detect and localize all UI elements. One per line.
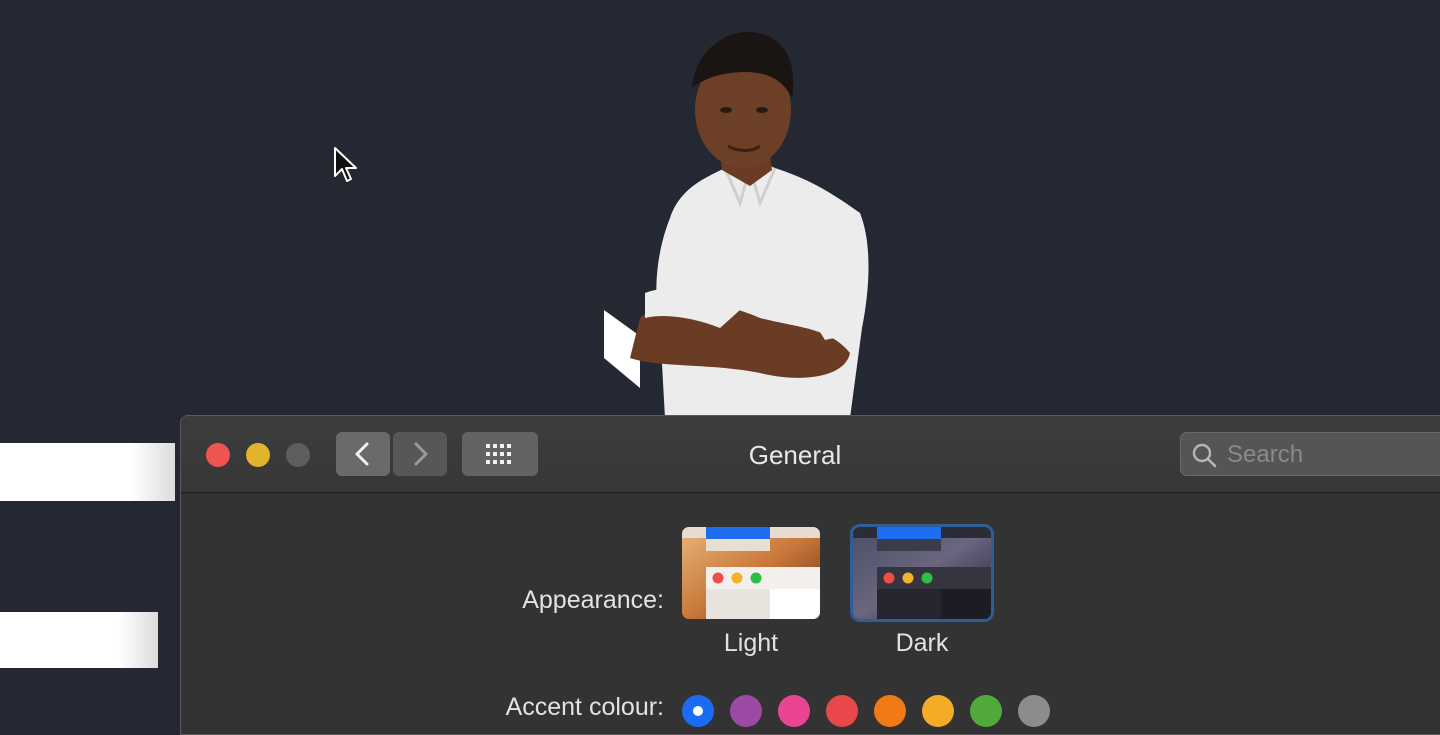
accent-swatch-6[interactable] bbox=[922, 695, 954, 727]
background-window-strip-2 bbox=[0, 612, 158, 668]
accent-swatch-8[interactable] bbox=[1018, 695, 1050, 727]
selected-indicator bbox=[693, 706, 703, 716]
appearance-label: Appearance: bbox=[522, 586, 664, 614]
search-input[interactable] bbox=[1225, 433, 1440, 477]
presenter-image bbox=[604, 31, 869, 418]
pointer-cursor-icon bbox=[334, 147, 357, 182]
appearance-dark-option[interactable] bbox=[853, 527, 991, 619]
dark-appearance-preview bbox=[853, 527, 991, 619]
accent-swatch-7[interactable] bbox=[970, 695, 1002, 727]
window-titlebar: General bbox=[181, 416, 1440, 493]
accent-colour-label: Accent colour: bbox=[505, 693, 664, 721]
accent-swatch-3[interactable] bbox=[778, 695, 810, 727]
light-option-label: Light bbox=[723, 629, 779, 657]
search-field[interactable] bbox=[1180, 432, 1440, 477]
accent-swatch-4[interactable] bbox=[826, 695, 858, 727]
accent-swatch-2[interactable] bbox=[730, 695, 762, 727]
light-appearance-preview bbox=[682, 527, 820, 619]
background-window-strip-1 bbox=[0, 443, 175, 501]
dark-option-label: Dark bbox=[895, 629, 949, 657]
search-icon bbox=[1192, 443, 1217, 468]
appearance-light-option[interactable] bbox=[682, 527, 820, 619]
accent-swatch-1[interactable] bbox=[682, 695, 714, 727]
accent-swatch-5[interactable] bbox=[874, 695, 906, 727]
general-preferences-window: General Appearance: bbox=[180, 415, 1440, 735]
